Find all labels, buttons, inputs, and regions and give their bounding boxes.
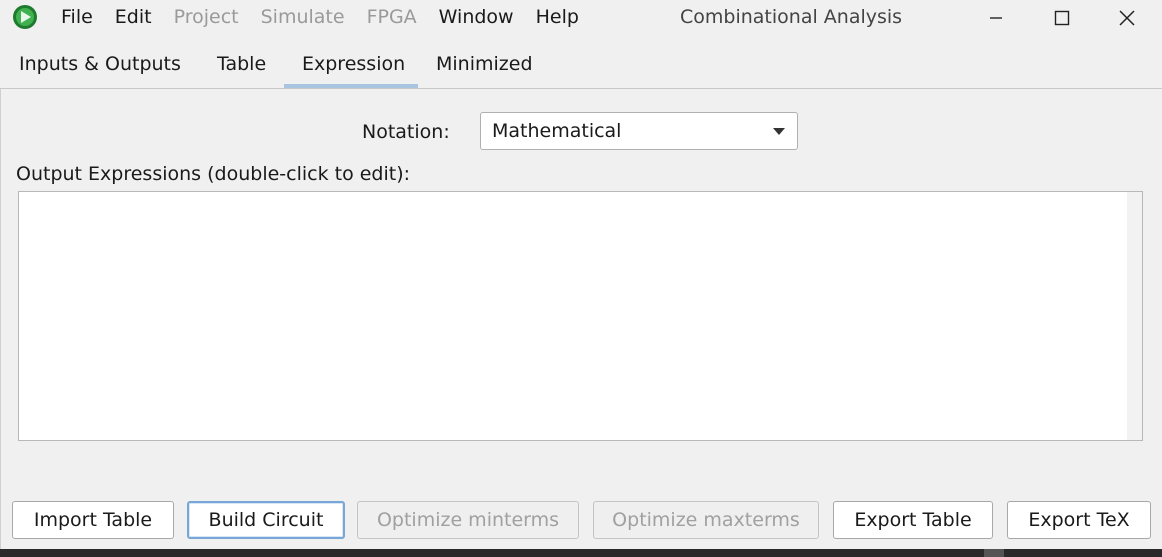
taskbar-gap bbox=[984, 549, 1004, 557]
title-bar: File Edit Project Simulate FPGA Window H… bbox=[0, 0, 1162, 36]
optimize-minterms-button[interactable]: Optimize minterms bbox=[357, 501, 579, 539]
tab-inputs-outputs[interactable]: Inputs & Outputs bbox=[1, 44, 199, 88]
export-table-button[interactable]: Export Table bbox=[833, 501, 993, 539]
tab-expression[interactable]: Expression bbox=[284, 44, 418, 88]
tab-divider bbox=[0, 88, 1162, 89]
optimize-maxterms-button[interactable]: Optimize maxterms bbox=[593, 501, 819, 539]
menu-project[interactable]: Project bbox=[163, 0, 250, 36]
output-expressions-label: Output Expressions (double-click to edit… bbox=[16, 163, 411, 185]
notation-label: Notation: bbox=[362, 121, 450, 143]
maximize-icon bbox=[1054, 10, 1070, 26]
menu-simulate[interactable]: Simulate bbox=[250, 0, 356, 36]
minimize-icon bbox=[990, 17, 1002, 19]
menu-edit[interactable]: Edit bbox=[104, 0, 163, 36]
close-button[interactable] bbox=[1097, 0, 1157, 36]
menu-file[interactable]: File bbox=[50, 0, 104, 36]
import-table-button[interactable]: Import Table bbox=[12, 501, 174, 539]
taskbar-edge bbox=[0, 549, 1162, 557]
notation-selected-value: Mathematical bbox=[492, 120, 622, 142]
window-title: Combinational Analysis bbox=[680, 6, 903, 28]
close-icon bbox=[1119, 10, 1135, 26]
notation-select[interactable]: Mathematical bbox=[480, 112, 798, 150]
export-tex-button[interactable]: Export TeX bbox=[1007, 501, 1151, 539]
minimize-button[interactable] bbox=[966, 0, 1026, 36]
tab-bar: Inputs & Outputs Table Expression Minimi… bbox=[0, 44, 1162, 90]
expressions-scrollbar[interactable] bbox=[1127, 192, 1142, 440]
app-icon[interactable] bbox=[12, 4, 38, 30]
chevron-down-icon bbox=[773, 128, 785, 135]
menu-help[interactable]: Help bbox=[525, 0, 590, 36]
maximize-button[interactable] bbox=[1032, 0, 1092, 36]
menu-bar: File Edit Project Simulate FPGA Window H… bbox=[50, 0, 590, 36]
menu-fpga[interactable]: FPGA bbox=[356, 0, 428, 36]
output-expressions-list[interactable] bbox=[18, 191, 1143, 441]
tab-minimized[interactable]: Minimized bbox=[418, 44, 551, 88]
tab-table[interactable]: Table bbox=[199, 44, 284, 88]
panel-border bbox=[0, 89, 1, 549]
menu-window[interactable]: Window bbox=[428, 0, 525, 36]
build-circuit-button[interactable]: Build Circuit bbox=[187, 501, 345, 539]
